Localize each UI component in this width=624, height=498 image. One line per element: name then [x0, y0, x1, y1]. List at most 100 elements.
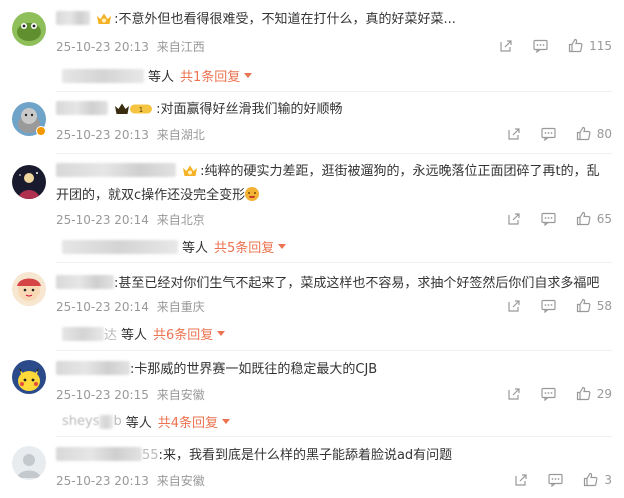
username-blurred[interactable] [56, 101, 108, 115]
chevron-down-icon [278, 244, 287, 249]
comment-button[interactable] [541, 212, 556, 226]
like-button[interactable]: 3 [583, 472, 612, 487]
username-blurred[interactable] [56, 11, 90, 25]
share-button[interactable] [507, 127, 521, 141]
thumbs-up-icon [584, 472, 598, 487]
comment-item: 55:来，我看到底是什么样的黑子能舔着脸说ad有问题 25-10-23 20:1… [0, 438, 624, 498]
divider [56, 436, 612, 437]
chevron-down-icon [217, 331, 226, 336]
like-button[interactable]: 29 [576, 386, 612, 401]
share-button[interactable] [507, 387, 521, 401]
avatar[interactable] [12, 272, 46, 306]
comment-button[interactable] [541, 387, 556, 401]
comment-icon [541, 387, 556, 401]
comment-location: 来自安徽 [156, 474, 205, 488]
share-button[interactable] [507, 299, 521, 313]
comment-icon [541, 299, 556, 313]
like-count: 29 [596, 386, 612, 401]
reply-user-tail: b [113, 414, 122, 429]
comment-time: 25-10-23 20:13 [56, 40, 149, 54]
comment-meta: 25-10-23 20:14 来自北京 [56, 211, 205, 228]
comment-button[interactable] [533, 39, 548, 53]
comment-actions: 65 [507, 211, 612, 226]
share-button[interactable] [499, 39, 513, 53]
comment-item: 1 :对面赢得好丝滑我们输的好顺畅 25-10-23 20:13 来自湖北 80 [0, 92, 624, 155]
share-button[interactable] [507, 212, 521, 226]
username-blurred[interactable] [56, 361, 130, 375]
reply-summary: 等人 共5条回复 [62, 237, 287, 256]
comment-text: 卡那威的世界赛一如既往的稳定最大的CJB [134, 362, 378, 377]
divider [56, 153, 612, 154]
chevron-down-icon [222, 419, 231, 424]
reply-suffix: 等人 [121, 328, 148, 343]
username-blurred[interactable] [56, 275, 114, 289]
comment-text-line: :不意外但也看得很难受，不知道在打什么，真的好菜好菜... [56, 10, 456, 33]
share-icon [508, 212, 520, 225]
reply-user-fragment: sheys [62, 414, 100, 429]
share-icon [508, 387, 520, 400]
view-replies-link[interactable]: 共5条回复 [214, 237, 287, 256]
comment-text: 来，我看到底是什么样的黑子能舔着脸说ad有问题 [162, 448, 453, 463]
like-button[interactable]: 58 [576, 298, 612, 313]
avatar[interactable] [12, 12, 46, 46]
thumbs-up-icon [576, 386, 591, 401]
reply-users-blurred [62, 239, 178, 254]
comment-actions: 3 [514, 472, 612, 487]
comment-meta: 25-10-23 20:13 来自湖北 [56, 126, 205, 143]
share-icon [508, 299, 520, 312]
reply-suffix: 等人 [125, 416, 152, 431]
comment-item: :甚至已经对你们生气不起来了，菜成这样也不容易，求抽个好签然后你们自求多福吧 2… [0, 264, 624, 352]
avatar[interactable] [12, 446, 46, 480]
chevron-down-icon [244, 73, 253, 78]
divider [56, 350, 612, 351]
comment-meta: 25-10-23 20:13 来自江西 [56, 38, 205, 55]
comment-actions: 115 [499, 38, 612, 53]
reply-user-tail: 达 [104, 328, 118, 343]
comment-text-line: :纯粹的硬实力差距，逛街被遛狗的，永远晚落位正面团碎了再t的，乱开团的，就双c操… [56, 163, 600, 203]
divider [56, 262, 612, 263]
comment-time: 25-10-23 20:13 [56, 474, 149, 488]
like-count: 3 [604, 472, 612, 487]
like-button[interactable]: 115 [568, 38, 612, 53]
comment-icon [533, 39, 548, 53]
verified-badge-icon [36, 126, 46, 136]
like-button[interactable]: 80 [576, 126, 612, 141]
comment-location: 来自安徽 [156, 388, 205, 402]
comment-meta: 25-10-23 20:15 来自安徽 [56, 386, 205, 403]
comment-location: 来自重庆 [156, 300, 205, 314]
comment-button[interactable] [541, 299, 556, 313]
comment-time: 25-10-23 20:15 [56, 388, 149, 402]
comment-actions: 29 [507, 386, 612, 401]
comment-icon [541, 212, 556, 226]
comment-text-line: 55:来，我看到底是什么样的黑子能舔着脸说ad有问题 [56, 446, 452, 466]
username-blurred[interactable] [56, 163, 176, 177]
comment-time: 25-10-23 20:14 [56, 213, 149, 227]
comment-text-line: 1 :对面赢得好丝滑我们输的好顺畅 [56, 100, 343, 123]
username-blurred[interactable] [56, 447, 142, 461]
view-replies-link[interactable]: 共1条回复 [180, 66, 253, 85]
comment-item: :不意外但也看得很难受，不知道在打什么，真的好菜好菜... 25-10-23 2… [0, 0, 624, 92]
crown-badge-icon [182, 164, 198, 185]
comment-button[interactable] [541, 127, 556, 141]
like-count: 80 [596, 126, 612, 141]
comment-meta: 25-10-23 20:13 来自安徽 [56, 472, 205, 489]
view-replies-link[interactable]: 共4条回复 [158, 412, 231, 431]
thumbs-up-icon [576, 211, 591, 226]
comment-text-line: :卡那威的世界赛一如既往的稳定最大的CJB [56, 360, 377, 380]
comment-location: 来自湖北 [156, 128, 205, 142]
like-count: 58 [596, 298, 612, 313]
like-count: 115 [589, 38, 612, 53]
share-icon [515, 473, 527, 486]
thumbs-up-icon [568, 38, 583, 53]
comment-button[interactable] [548, 473, 563, 487]
view-replies-link[interactable]: 共6条回复 [153, 324, 226, 343]
like-count: 65 [596, 211, 612, 226]
like-button[interactable]: 65 [576, 211, 612, 226]
comment-location: 来自江西 [156, 40, 205, 54]
thumbs-up-icon [576, 126, 591, 141]
svg-text:1: 1 [139, 106, 143, 114]
share-button[interactable] [514, 473, 528, 487]
avatar[interactable] [12, 360, 46, 394]
avatar[interactable] [12, 165, 46, 199]
level-badge-icon: 1 [114, 102, 154, 123]
